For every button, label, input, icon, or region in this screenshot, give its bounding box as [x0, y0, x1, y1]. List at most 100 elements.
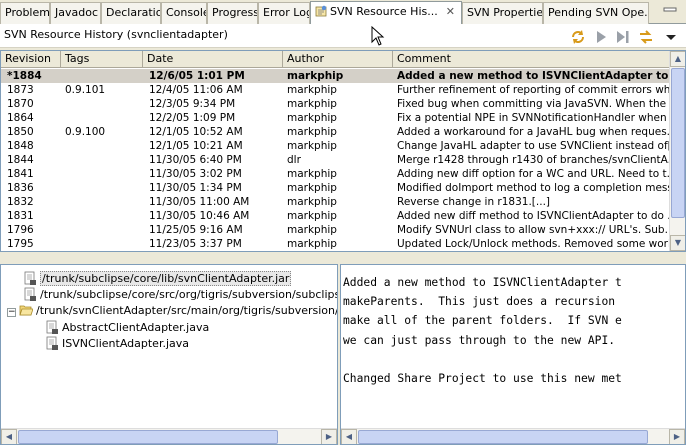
table-row[interactable]: *1884 12/6/05 1:01 PM markphip Added a new …	[1, 69, 669, 83]
tab-label: SVN Properties	[467, 6, 543, 19]
table-row[interactable]: 1870 12/3/05 9:34 PM markphip Fixed bug whe…	[1, 97, 669, 111]
table-row[interactable]: 1795 11/23/05 3:37 PM markphip Updated Lock…	[1, 237, 669, 251]
tree-item-folder[interactable]: /trunk/subclipse/core/src/org/tigris/sub…	[23, 287, 337, 303]
scroll-left-button[interactable]: ◀	[341, 429, 357, 444]
tab-svn-resource-history[interactable]: SVN Resource His... ✕	[310, 1, 462, 25]
revision-cell: 1864	[7, 112, 34, 124]
column-header-comment[interactable]: Comment	[393, 51, 669, 68]
scroll-up-button[interactable]: ▲	[670, 51, 685, 67]
tree-item-label: /trunk/svnClientAdapter/src/main/org/tig…	[36, 304, 337, 317]
date-cell: 11/30/05 6:40 PM	[149, 154, 242, 166]
play-icon[interactable]	[592, 28, 610, 46]
refresh-icon[interactable]	[569, 28, 587, 46]
revision-cell: 1796	[7, 224, 34, 236]
comment-cell: Further refinement of reporting of commi…	[397, 84, 669, 96]
view-menu-chevron-icon[interactable]	[662, 28, 680, 46]
date-cell: 12/1/05 10:21 AM	[149, 140, 243, 152]
tab-pending-svn-operations[interactable]: Pending SVN Ope...	[543, 2, 649, 24]
close-icon[interactable]: ✕	[446, 5, 455, 18]
date-cell: 11/23/05 3:37 PM	[149, 238, 242, 250]
table-vertical-scrollbar[interactable]: ▲ ▼	[669, 51, 685, 251]
table-row[interactable]: 1873 0.9.101 12/4/05 11:06 AM markphip Furth…	[1, 83, 669, 97]
collapse-icon[interactable]: −	[7, 308, 16, 317]
table-row[interactable]: 1796 11/25/05 9:16 AM markphip Modify SVNUr…	[1, 223, 669, 237]
revision-cell: 1848	[7, 140, 34, 152]
tab-label: SVN Resource His...	[330, 5, 438, 18]
revision-cell: 1870	[7, 98, 34, 110]
table-row[interactable]: 1864 12/2/05 1:09 PM markphip Fix a potenti…	[1, 111, 669, 125]
scroll-down-button[interactable]: ▼	[670, 235, 685, 251]
comment-cell: Added a workaround for a JavaHL bug when…	[397, 126, 669, 138]
table-row[interactable]: 1836 11/30/05 1:34 PM markphip Modified doI…	[1, 181, 669, 195]
table-row[interactable]: 1831 11/30/05 10:46 AM markphip Added new d…	[1, 209, 669, 223]
comment-cell: Modified doImport method to log a comple…	[397, 182, 669, 194]
history-table: Revision Tags Date Author Comment *1884 1…	[0, 50, 686, 252]
tree-item-label: AbstractClientAdapter.java	[62, 321, 210, 334]
column-header-date[interactable]: Date	[143, 51, 283, 68]
folder-open-icon	[19, 305, 33, 316]
date-cell: 11/30/05 10:46 AM	[149, 210, 250, 222]
table-row[interactable]: 1848 12/1/05 10:21 AM markphip Change JavaH…	[1, 139, 669, 153]
svn-history-icon	[315, 5, 327, 17]
scrollbar-thumb[interactable]	[358, 430, 648, 444]
tree-item-folder-expanded[interactable]: − /trunk/svnClientAdapter/src/main/org/t…	[7, 303, 337, 319]
author-cell: dlr	[287, 154, 301, 166]
date-cell: 12/2/05 1:09 PM	[149, 112, 236, 124]
tree-item-label: ISVNClientAdapter.java	[62, 337, 189, 350]
link-with-editor-icon[interactable]	[637, 28, 655, 46]
table-row[interactable]: 1844 11/30/05 6:40 PM dlr Merge r1428 throu…	[1, 153, 669, 167]
view-title: SVN Resource History (svnclientadapter)	[4, 28, 228, 41]
tab-javadoc[interactable]: Javadoc	[50, 2, 101, 24]
author-cell: markphip	[287, 196, 337, 208]
author-cell: markphip	[287, 126, 337, 138]
pane-splitter[interactable]	[0, 252, 686, 262]
tags-cell: 0.9.101	[65, 84, 106, 96]
scroll-left-button[interactable]: ◀	[1, 429, 17, 444]
revision-cell: 1873	[7, 84, 34, 96]
tree-horizontal-scrollbar[interactable]: ◀ ▶	[1, 428, 337, 444]
revision-cell: 1795	[7, 238, 34, 250]
comment-cell: Adding new diff option for a WC and URL.…	[397, 168, 669, 180]
scroll-right-button[interactable]: ▶	[669, 429, 685, 444]
table-row[interactable]: 1841 11/30/05 3:02 PM markphip Adding new d…	[1, 167, 669, 181]
author-cell: markphip	[287, 210, 337, 222]
tab-error-log[interactable]: Error Log	[258, 2, 310, 24]
tree-item-file[interactable]: ISVNClientAdapter.java	[45, 336, 189, 352]
tab-console[interactable]: Console	[161, 2, 207, 24]
tree-item-file[interactable]: /trunk/subclipse/core/lib/svnClientAdapt…	[23, 271, 292, 287]
tab-label: Console	[166, 6, 207, 19]
author-cell: markphip	[287, 168, 337, 180]
column-header-tags[interactable]: Tags	[61, 51, 143, 68]
tab-declaration[interactable]: Declaration	[101, 2, 161, 24]
scrollbar-thumb[interactable]	[18, 430, 278, 444]
table-row[interactable]: 1832 11/30/05 11:00 AM markphip Reverse cha…	[1, 195, 669, 209]
tab-label: Progress	[212, 6, 258, 19]
tree-item-file[interactable]: AbstractClientAdapter.java	[45, 320, 209, 336]
date-cell: 11/30/05 1:34 PM	[149, 182, 242, 194]
comment-cell: Updated Lock/Unlock methods. Removed som…	[397, 238, 669, 250]
tab-problems[interactable]: Problems	[0, 2, 50, 24]
revision-cell: 1831	[7, 210, 34, 222]
view-title-row: SVN Resource History (svnclientadapter)	[0, 24, 686, 48]
column-header-author[interactable]: Author	[283, 51, 393, 68]
tab-label: Pending SVN Ope...	[548, 6, 649, 19]
tab-svn-properties[interactable]: SVN Properties	[462, 2, 543, 24]
tree-item-label: /trunk/subclipse/core/src/org/tigris/sub…	[40, 288, 337, 301]
tab-label: Declaration	[106, 6, 160, 19]
minimize-icon[interactable]	[662, 4, 678, 20]
file-modified-icon	[24, 287, 36, 301]
date-cell: 12/6/05 1:01 PM	[149, 70, 245, 82]
skip-forward-icon[interactable]	[614, 28, 632, 46]
comment-horizontal-scrollbar[interactable]: ◀ ▶	[341, 428, 685, 444]
revision-cell: 1844	[7, 154, 34, 166]
scrollbar-thumb[interactable]	[671, 68, 685, 218]
scroll-right-button[interactable]: ▶	[321, 429, 337, 444]
author-cell: markphip	[287, 238, 337, 250]
comment-pane[interactable]: Added a new method to ISVNClientAdapter …	[340, 264, 686, 445]
comment-cell: Merge r1428 through r1430 of branches/sv…	[397, 154, 669, 166]
tab-progress[interactable]: Progress	[207, 2, 258, 24]
author-cell: markphip	[287, 140, 337, 152]
column-header-revision[interactable]: Revision	[1, 51, 61, 68]
table-row[interactable]: 1850 0.9.100 12/1/05 10:52 AM markphip Added…	[1, 125, 669, 139]
commit-comment-text[interactable]: Added a new method to ISVNClientAdapter …	[343, 273, 622, 388]
